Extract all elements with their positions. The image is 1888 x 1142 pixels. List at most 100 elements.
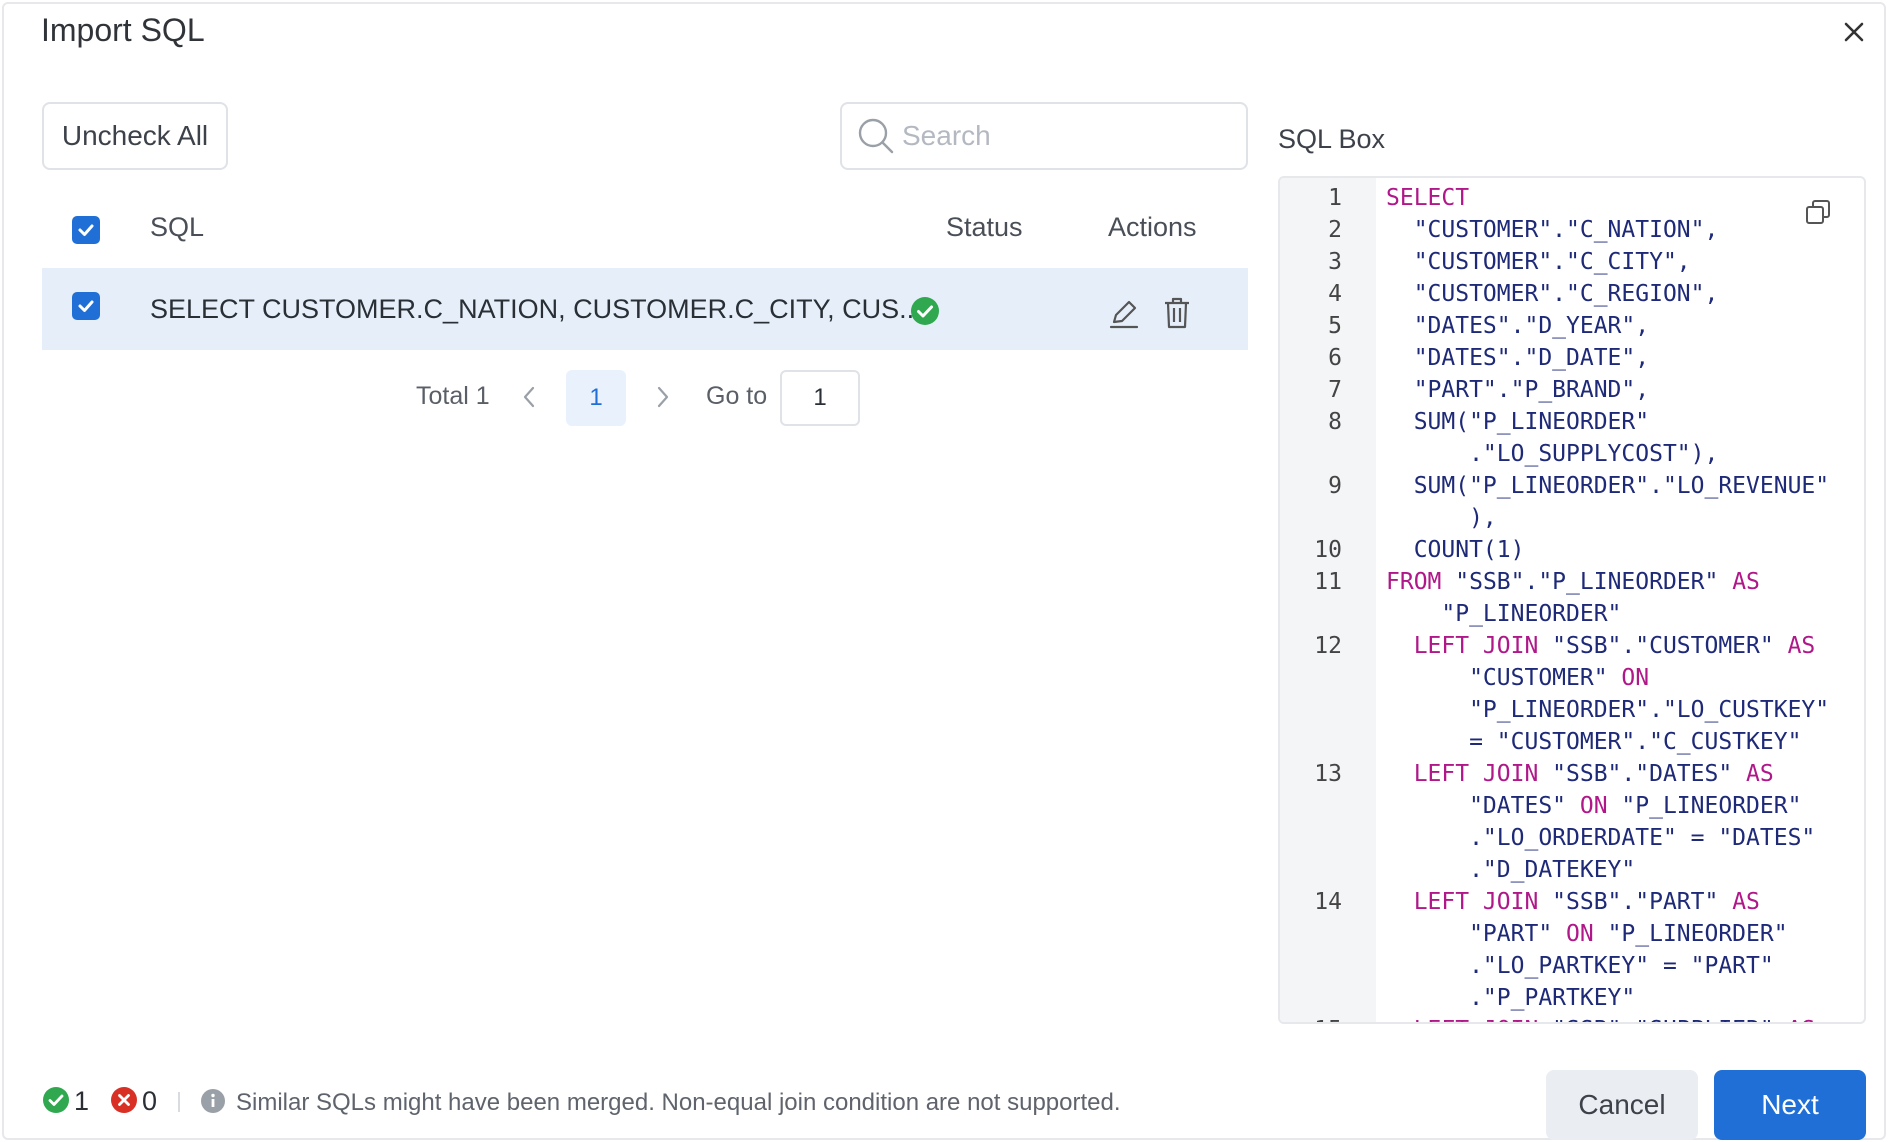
sql-code: 1 SELECT 2 "CUSTOMER"."C_NATION", 3 "CUSTOM… (1280, 182, 1864, 1022)
sqlbox-label: SQL Box (1278, 124, 1386, 154)
footer-message: Similar SQLs might have been merged. Non… (236, 1089, 1121, 1116)
code-line: 10 COUNT(1) (1280, 534, 1864, 566)
sql-keyword: ON (1566, 921, 1608, 947)
sql-keyword: FROM (1386, 569, 1456, 595)
sql-box[interactable]: 1 SELECT 2 "CUSTOMER"."C_NATION", 3 "CUSTOM… (1278, 176, 1866, 1024)
sql-keyword: AS (1732, 889, 1760, 915)
code-line: 4 "CUSTOMER"."C_REGION", (1280, 278, 1864, 310)
sql-token: "P_LINEORDER" (1621, 793, 1802, 819)
sql-token: "CUSTOMER"."C_NATION", (1386, 217, 1719, 243)
sql-keyword: AS (1746, 761, 1774, 787)
sql-token: "DATES"."D_DATE", (1386, 345, 1650, 371)
cancel-button[interactable]: Cancel (1546, 1070, 1698, 1140)
search-box[interactable] (840, 102, 1248, 170)
sql-token: = "CUSTOMER"."C_CUSTKEY" (1386, 729, 1802, 755)
code-line: ."LO_PARTKEY" = "PART" (1280, 950, 1864, 982)
error-count: 0 (142, 1086, 158, 1116)
line-text: ."D_DATEKEY" (1386, 854, 1635, 886)
code-line: 11 FROM "SSB"."P_LINEORDER" AS (1280, 566, 1864, 598)
sql-keyword: ON (1579, 793, 1622, 819)
sql-keyword: LEFT JOIN (1386, 761, 1553, 787)
line-number: 15 (1280, 1014, 1342, 1022)
code-line: 8 SUM("P_LINEORDER" (1280, 406, 1864, 438)
sql-token: "SSB"."P_LINEORDER" (1455, 569, 1733, 595)
sql-token: "DATES" (1386, 793, 1580, 819)
code-line: 2 "CUSTOMER"."C_NATION", (1280, 214, 1864, 246)
sql-token: ."D_DATEKEY" (1386, 857, 1636, 883)
sql-token: "CUSTOMER"."C_REGION", (1386, 281, 1719, 307)
code-line: 15 LEFT JOIN "SSB"."SUPPLIER" AS (1280, 1014, 1864, 1022)
info-icon (200, 1088, 226, 1119)
close-icon[interactable] (1836, 14, 1872, 50)
code-line: 13 LEFT JOIN "SSB"."DATES" AS (1280, 758, 1864, 790)
sql-token: ), (1386, 505, 1497, 531)
code-line: 5 "DATES"."D_YEAR", (1280, 310, 1864, 342)
sql-token: "DATES"."D_YEAR", (1386, 313, 1650, 339)
sql-keyword: LEFT JOIN (1386, 633, 1553, 659)
line-number: 2 (1328, 217, 1342, 243)
code-line: ."P_PARTKEY" (1280, 982, 1864, 1014)
line-number: 10 (1314, 537, 1342, 563)
pagination-goto-input[interactable] (780, 370, 860, 426)
code-line: 7 "PART"."P_BRAND", (1280, 374, 1864, 406)
code-line: "P_LINEORDER" (1280, 598, 1864, 630)
sql-keyword: ON (1621, 665, 1650, 691)
line-number: 9 (1328, 473, 1342, 499)
select-all-checkbox[interactable] (72, 216, 100, 244)
edit-icon[interactable] (1108, 298, 1140, 335)
chevron-left-icon[interactable] (520, 384, 540, 415)
header-sql: SQL (150, 212, 205, 242)
copy-icon[interactable] (1804, 198, 1832, 231)
sql-token: "PART"."P_BRAND", (1386, 377, 1650, 403)
next-button[interactable]: Next (1714, 1070, 1866, 1140)
line-text: SELECT (1386, 182, 1469, 214)
row-checkbox[interactable] (72, 292, 100, 320)
line-text: "CUSTOMER"."C_CITY", (1386, 246, 1691, 278)
sql-token: "SSB"."DATES" (1552, 761, 1747, 787)
trash-icon[interactable] (1162, 296, 1192, 335)
import-sql-dialog: Import SQL Uncheck All SQL Status Action… (2, 2, 1886, 1140)
sql-keyword: LEFT JOIN (1386, 1017, 1552, 1022)
code-line: ."LO_SUPPLYCOST"), (1280, 438, 1864, 470)
sql-keyword: LEFT JOIN (1386, 889, 1553, 915)
table-header: SQL Status Actions (42, 202, 1248, 256)
sql-token: ."LO_PARTKEY" = "PART" (1386, 953, 1774, 979)
line-number: 5 (1328, 313, 1342, 339)
footer-divider (178, 1092, 180, 1112)
pagination-page[interactable]: 1 (566, 370, 626, 426)
sql-keyword: SELECT (1386, 185, 1470, 211)
sql-token: "SSB"."PART" (1552, 889, 1733, 915)
line-number: 3 (1328, 249, 1342, 275)
table-row[interactable]: SELECT CUSTOMER.C_NATION, CUSTOMER.C_CIT… (42, 268, 1248, 350)
line-text: LEFT JOIN "SSB"."SUPPLIER" AS (1386, 1014, 1816, 1022)
line-text: COUNT(1) (1386, 534, 1525, 566)
uncheck-all-button[interactable]: Uncheck All (42, 102, 228, 170)
code-line: 12 LEFT JOIN "SSB"."CUSTOMER" AS (1280, 630, 1864, 662)
line-text: ."LO_SUPPLYCOST"), (1386, 438, 1718, 470)
error-icon (110, 1086, 138, 1119)
search-icon (858, 118, 894, 154)
line-text: "CUSTOMER" ON (1386, 662, 1649, 694)
line-text: "CUSTOMER"."C_NATION", (1386, 214, 1719, 246)
line-number: 11 (1314, 569, 1342, 595)
search-input[interactable] (902, 120, 1222, 152)
code-line: "CUSTOMER" ON (1280, 662, 1864, 694)
sql-token: ."LO_ORDERDATE" = "DATES" (1386, 825, 1816, 851)
line-number: 13 (1314, 761, 1342, 787)
line-text: "PART"."P_BRAND", (1386, 374, 1649, 406)
code-line: 3 "CUSTOMER"."C_CITY", (1280, 246, 1864, 278)
line-text: "DATES" ON "P_LINEORDER" (1386, 790, 1801, 822)
dialog-title: Import SQL (41, 12, 205, 48)
line-text: ), (1386, 502, 1497, 534)
success-icon (42, 1086, 70, 1119)
code-line: 1 SELECT (1280, 182, 1864, 214)
sql-keyword: AS (1788, 1017, 1816, 1022)
header-status: Status (946, 212, 1023, 242)
sql-keyword: AS (1732, 569, 1760, 595)
code-line: 9 SUM("P_LINEORDER"."LO_REVENUE" (1280, 470, 1864, 502)
line-number: 7 (1328, 377, 1342, 403)
chevron-right-icon[interactable] (652, 384, 672, 415)
line-number: 14 (1314, 889, 1342, 915)
line-text: "P_LINEORDER"."LO_CUSTKEY" (1386, 694, 1829, 726)
code-line: "P_LINEORDER"."LO_CUSTKEY" (1280, 694, 1864, 726)
